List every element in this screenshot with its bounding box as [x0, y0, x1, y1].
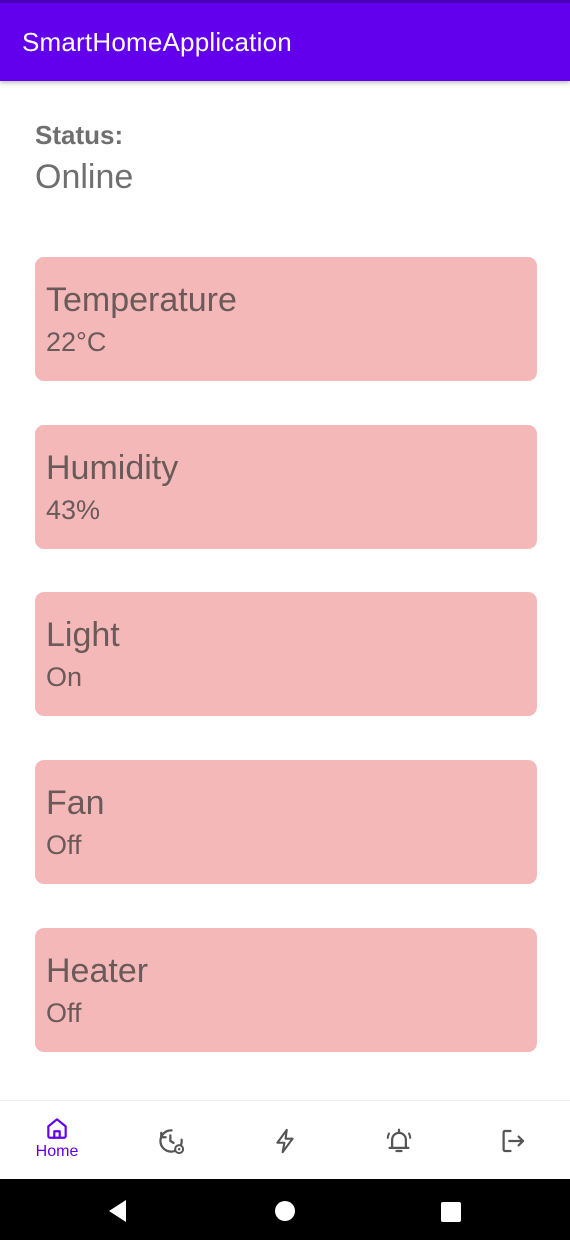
nav-label-home: Home: [35, 1143, 79, 1160]
device-name: Fan: [46, 784, 105, 822]
logout-icon: [502, 1129, 525, 1153]
system-navigation-bar: [0, 1179, 570, 1240]
app-bar: SmartHomeApplication: [0, 0, 570, 81]
lightning-icon: [276, 1128, 294, 1154]
device-card-light[interactable]: Light On: [35, 592, 537, 716]
device-card-temperature[interactable]: Temperature 22°C: [35, 257, 537, 381]
app-title: SmartHomeApplication: [22, 27, 292, 57]
device-value: 22°C: [46, 327, 107, 357]
nav-item-history[interactable]: [114, 1101, 228, 1180]
home-icon: [47, 1118, 67, 1139]
recents-icon[interactable]: [440, 1201, 462, 1223]
device-value: Off: [46, 830, 82, 860]
device-value: On: [46, 662, 83, 692]
app-root: SmartHomeApplication Status: Online Temp…: [0, 0, 570, 1240]
nav-item-alarms[interactable]: [342, 1101, 456, 1180]
status-value: Online: [35, 158, 134, 196]
alarm-bell-icon: [386, 1128, 412, 1153]
device-value: Off: [46, 998, 82, 1028]
device-name: Temperature: [46, 281, 237, 319]
device-card-fan[interactable]: Fan Off: [35, 760, 537, 884]
status-label: Status:: [35, 120, 124, 150]
device-value: 43%: [46, 495, 101, 525]
device-card-heater[interactable]: Heater Off: [35, 928, 537, 1052]
device-name: Light: [46, 616, 120, 654]
home-circle-icon[interactable]: [274, 1200, 296, 1222]
back-icon[interactable]: [106, 1198, 130, 1224]
history-settings-icon: [159, 1129, 185, 1155]
nav-item-energy[interactable]: [228, 1101, 342, 1180]
device-card-humidity[interactable]: Humidity 43%: [35, 425, 537, 549]
nav-item-logout[interactable]: [456, 1101, 570, 1180]
device-name: Heater: [46, 952, 149, 990]
nav-item-home[interactable]: Home: [0, 1101, 114, 1180]
bottom-navigation: Home: [0, 1100, 570, 1179]
device-name: Humidity: [46, 449, 179, 487]
